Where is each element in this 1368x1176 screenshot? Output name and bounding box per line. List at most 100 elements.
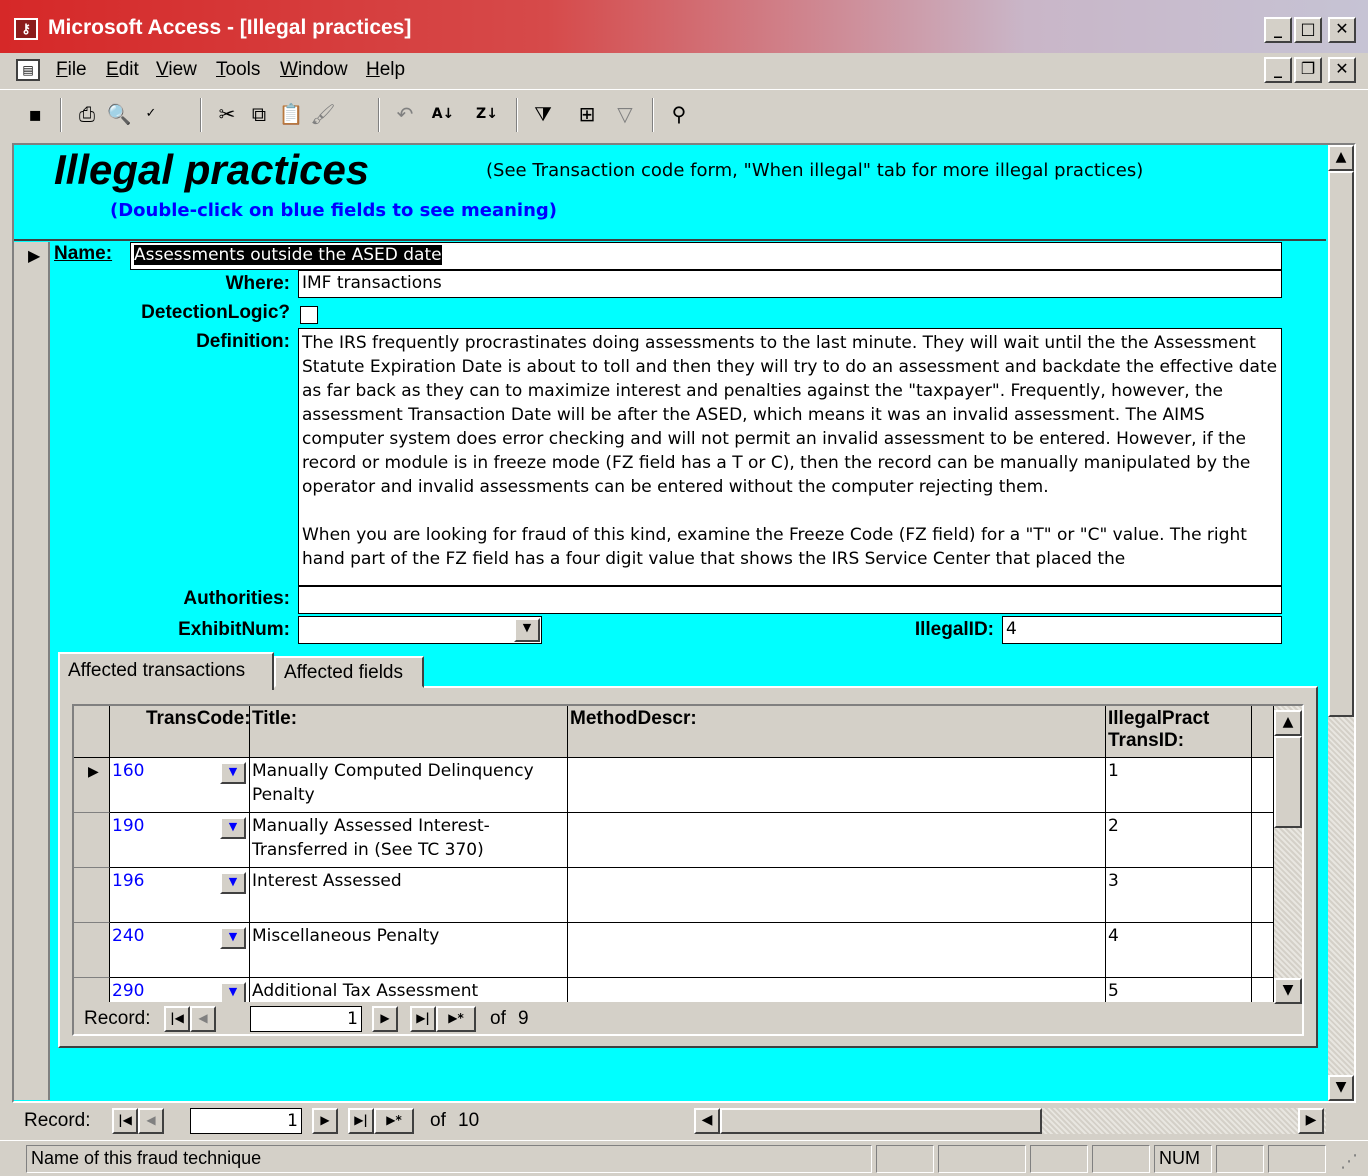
format-painter-icon[interactable]: 🖌	[308, 98, 338, 130]
sort-ascending-icon[interactable]: A↓	[428, 98, 458, 130]
definition-field[interactable]: The IRS frequently procrastinates doing …	[298, 328, 1282, 586]
last-record-icon[interactable]: ▶|	[410, 1006, 436, 1032]
scroll-down-arrow-icon[interactable]: ▼	[1274, 978, 1302, 1004]
filter-by-selection-icon[interactable]: ⧩	[528, 98, 558, 130]
print-preview-icon[interactable]: 🔍	[104, 98, 134, 130]
scroll-down-arrow-icon[interactable]: ▼	[1328, 1075, 1354, 1101]
new-record-icon[interactable]: ▶*	[374, 1108, 414, 1134]
first-record-icon[interactable]: |◀	[112, 1108, 138, 1134]
access-key-icon[interactable]: ⚷	[14, 18, 38, 40]
table-row-id[interactable]: 3	[1106, 868, 1252, 923]
doc-minimize-button[interactable]: _	[1264, 57, 1292, 83]
table-row-transcode[interactable]: 190 ▼	[110, 813, 250, 868]
scroll-up-arrow-icon[interactable]: ▲	[1328, 145, 1354, 171]
tab-affected-transactions[interactable]: Affected transactions	[58, 652, 274, 690]
row-selector[interactable]: ▶	[74, 758, 110, 813]
table-row-method[interactable]	[568, 868, 1106, 923]
scroll-thumb[interactable]	[720, 1108, 1042, 1134]
subform-record-number-input[interactable]: 1	[250, 1006, 362, 1032]
column-header-methoddescr[interactable]: MethodDescr:	[568, 706, 1106, 758]
doc-close-button[interactable]: ✕	[1328, 57, 1356, 83]
scroll-thumb[interactable]	[1274, 736, 1302, 828]
spelling-icon[interactable]: ✓	[136, 98, 166, 130]
table-row-title[interactable]: Additional Tax Assessment	[250, 978, 568, 1002]
table-row-id[interactable]: 5	[1106, 978, 1252, 1002]
find-icon[interactable]: ⚲	[664, 98, 694, 130]
table-row-id[interactable]: 4	[1106, 923, 1252, 978]
paste-icon[interactable]: 📋	[276, 98, 306, 130]
print-icon[interactable]: ⎙	[72, 98, 102, 130]
menu-window[interactable]: Window	[280, 59, 348, 81]
form-document-icon[interactable]: ▤	[16, 59, 40, 81]
form-vertical-scrollbar[interactable]: ▲ ▼	[1328, 145, 1354, 1101]
dropdown-arrow-icon[interactable]: ▼	[220, 872, 246, 894]
next-record-icon[interactable]: ▶	[372, 1006, 398, 1032]
apply-filter-icon[interactable]: ▽	[610, 98, 640, 130]
authorities-field[interactable]	[298, 586, 1282, 614]
maximize-button[interactable]: □	[1294, 17, 1322, 43]
undo-icon[interactable]: ↶	[390, 98, 420, 130]
tab-affected-fields[interactable]: Affected fields	[274, 656, 424, 688]
table-row-id[interactable]: 1	[1106, 758, 1252, 813]
where-field[interactable]: IMF transactions	[298, 270, 1282, 298]
dropdown-arrow-icon[interactable]: ▼	[220, 927, 246, 949]
table-row-title[interactable]: Interest Assessed	[250, 868, 568, 923]
name-field[interactable]: Assessments outside the ASED date	[130, 242, 1282, 270]
table-row-method[interactable]	[568, 923, 1106, 978]
dropdown-arrow-icon[interactable]: ▼	[220, 762, 246, 784]
detection-logic-checkbox[interactable]	[300, 306, 318, 324]
dropdown-arrow-icon[interactable]: ▼	[220, 982, 246, 1002]
filter-by-form-icon[interactable]: ⊞	[572, 98, 602, 130]
column-header-title[interactable]: Title:	[250, 706, 568, 758]
previous-record-icon[interactable]: ◀	[190, 1006, 216, 1032]
resize-grip-icon[interactable]: ⋰	[1340, 1151, 1358, 1172]
row-selector[interactable]	[74, 868, 110, 923]
minimize-button[interactable]: _	[1264, 17, 1292, 43]
table-row-method[interactable]	[568, 978, 1106, 1002]
doc-restore-button[interactable]: ❐	[1294, 57, 1322, 83]
last-record-icon[interactable]: ▶|	[348, 1108, 374, 1134]
save-icon[interactable]: ▪	[20, 98, 50, 130]
column-header-illegalpracttransid[interactable]: IllegalPract TransID:	[1106, 706, 1252, 758]
table-row-method[interactable]	[568, 758, 1106, 813]
scroll-left-arrow-icon[interactable]: ◀	[694, 1108, 720, 1134]
dropdown-arrow-icon[interactable]: ▼	[514, 618, 540, 642]
copy-icon[interactable]: ⧉	[244, 98, 274, 130]
first-record-icon[interactable]: |◀	[164, 1006, 190, 1032]
table-row-transcode[interactable]: 196 ▼	[110, 868, 250, 923]
close-button[interactable]: ✕	[1328, 17, 1356, 43]
next-record-icon[interactable]: ▶	[312, 1108, 338, 1134]
row-selector[interactable]	[74, 813, 110, 868]
column-header-transcode[interactable]: TransCode:	[110, 706, 251, 758]
scroll-up-arrow-icon[interactable]: ▲	[1274, 710, 1302, 736]
menu-edit[interactable]: Edit	[106, 59, 139, 81]
table-row-title[interactable]: Miscellaneous Penalty	[250, 923, 568, 978]
cut-icon[interactable]: ✂	[212, 98, 242, 130]
table-row-transcode[interactable]: 290 ▼	[110, 978, 250, 1002]
table-row-method[interactable]	[568, 813, 1106, 868]
sort-descending-icon[interactable]: Z↓	[472, 98, 502, 130]
exhibit-num-combo[interactable]: ▼	[298, 616, 542, 644]
row-selector[interactable]	[74, 923, 110, 978]
dropdown-arrow-icon[interactable]: ▼	[220, 817, 246, 839]
table-row-transcode[interactable]: 240 ▼	[110, 923, 250, 978]
row-selector[interactable]	[74, 978, 110, 1002]
menu-file[interactable]: File	[56, 59, 87, 81]
scroll-right-arrow-icon[interactable]: ▶	[1298, 1108, 1324, 1134]
menu-view[interactable]: View	[156, 59, 197, 81]
illegal-id-field[interactable]: 4	[1002, 616, 1282, 644]
form-horizontal-scrollbar[interactable]: ◀ ▶	[694, 1108, 1326, 1134]
previous-record-icon[interactable]: ◀	[138, 1108, 164, 1134]
table-row-transcode[interactable]: 160 ▼	[110, 758, 250, 813]
table-row-id[interactable]: 2	[1106, 813, 1252, 868]
menu-tools[interactable]: Tools	[216, 59, 260, 81]
select-all-corner[interactable]	[74, 706, 110, 758]
current-record-arrow-icon[interactable]: ▶	[28, 246, 40, 265]
menu-help[interactable]: Help	[366, 59, 405, 81]
table-row-title[interactable]: Manually Computed Delinquency Penalty	[250, 758, 568, 813]
scroll-thumb[interactable]	[1328, 171, 1354, 717]
form-record-number-input[interactable]: 1	[190, 1108, 302, 1134]
new-record-icon[interactable]: ▶*	[436, 1006, 476, 1032]
table-row-title[interactable]: Manually Assessed Interest-Transferred i…	[250, 813, 568, 868]
subform-vertical-scrollbar[interactable]: ▲ ▼	[1274, 706, 1302, 1004]
